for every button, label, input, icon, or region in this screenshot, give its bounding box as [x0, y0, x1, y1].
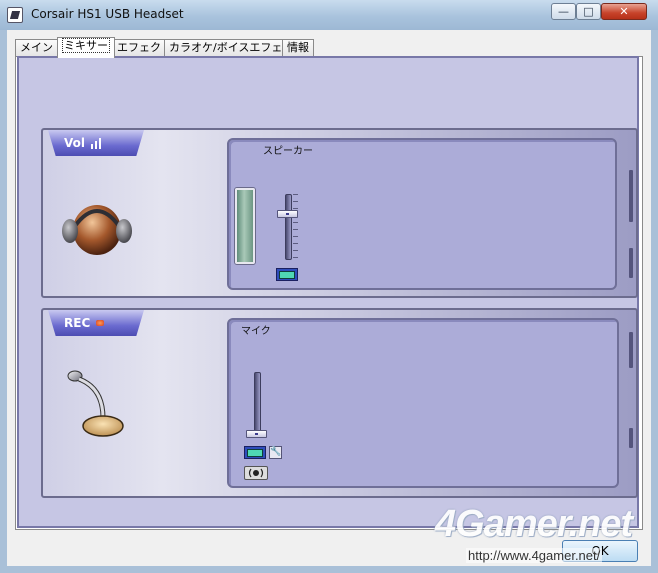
close-button[interactable]: ✕	[601, 3, 647, 20]
slider-ticks	[293, 194, 298, 260]
tab-main[interactable]: メイン	[15, 39, 58, 57]
playback-tag: Vol	[48, 130, 144, 156]
window-frame-bottom	[0, 566, 658, 573]
recording-group-edge	[629, 428, 633, 448]
record-indicator-icon	[96, 320, 105, 326]
slider-track	[254, 372, 261, 438]
microphone-advanced-button[interactable]	[244, 466, 268, 480]
microphone-icon	[67, 370, 124, 437]
recording-group-edge	[629, 332, 633, 368]
watermark-logo: 4Gamer.net	[435, 503, 633, 545]
microphone-panel: マイク 🔧	[227, 318, 619, 488]
microphone-mute-button[interactable]	[244, 446, 266, 459]
headphone-icon	[62, 205, 132, 255]
minimize-button[interactable]: —	[551, 3, 576, 20]
slider-thumb[interactable]	[277, 210, 298, 218]
playback-group-edge	[629, 248, 633, 278]
tab-mixer[interactable]: ミキサー	[57, 37, 115, 58]
speaker-mute-button[interactable]	[276, 268, 298, 281]
speaker-level-meter	[235, 188, 255, 264]
microphone-volume-slider[interactable]	[242, 372, 272, 438]
slider-thumb[interactable]	[246, 430, 267, 438]
playback-group: Vol スピーカー	[41, 128, 638, 298]
speaker-waves-icon	[248, 468, 264, 478]
microphone-label: マイク	[241, 326, 271, 337]
playback-group-edge	[629, 170, 633, 222]
tab-info[interactable]: 情報	[282, 39, 314, 57]
volume-bars-icon	[91, 137, 101, 149]
window-title: Corsair HS1 USB Headset	[31, 7, 184, 21]
window-frame-right	[651, 30, 658, 573]
dialog-client-area: メイン ミキサー エフェクト カラオケ/ボイスエフェクト 情報 Vol スピーカ…	[7, 30, 651, 566]
recording-tag: REC	[48, 310, 144, 336]
speaker-volume-slider[interactable]	[273, 194, 303, 260]
speaker-label: スピーカー	[263, 146, 313, 157]
window-frame-left	[0, 30, 7, 573]
app-icon	[7, 7, 23, 23]
microphone-settings-icon[interactable]: 🔧	[269, 446, 282, 459]
slider-track	[285, 194, 292, 260]
playback-tag-label: Vol	[64, 136, 85, 150]
maximize-button[interactable]: □	[576, 3, 601, 20]
recording-tag-label: REC	[64, 316, 91, 330]
speaker-panel: スピーカー	[227, 138, 617, 290]
watermark-url: http://www.4gamer.net/	[466, 548, 603, 563]
title-bar: Corsair HS1 USB Headset — □ ✕	[0, 0, 658, 31]
recording-group: REC マイク 🔧	[41, 308, 638, 498]
mixer-area: Vol スピーカー REC マイク 🔧	[17, 56, 639, 528]
